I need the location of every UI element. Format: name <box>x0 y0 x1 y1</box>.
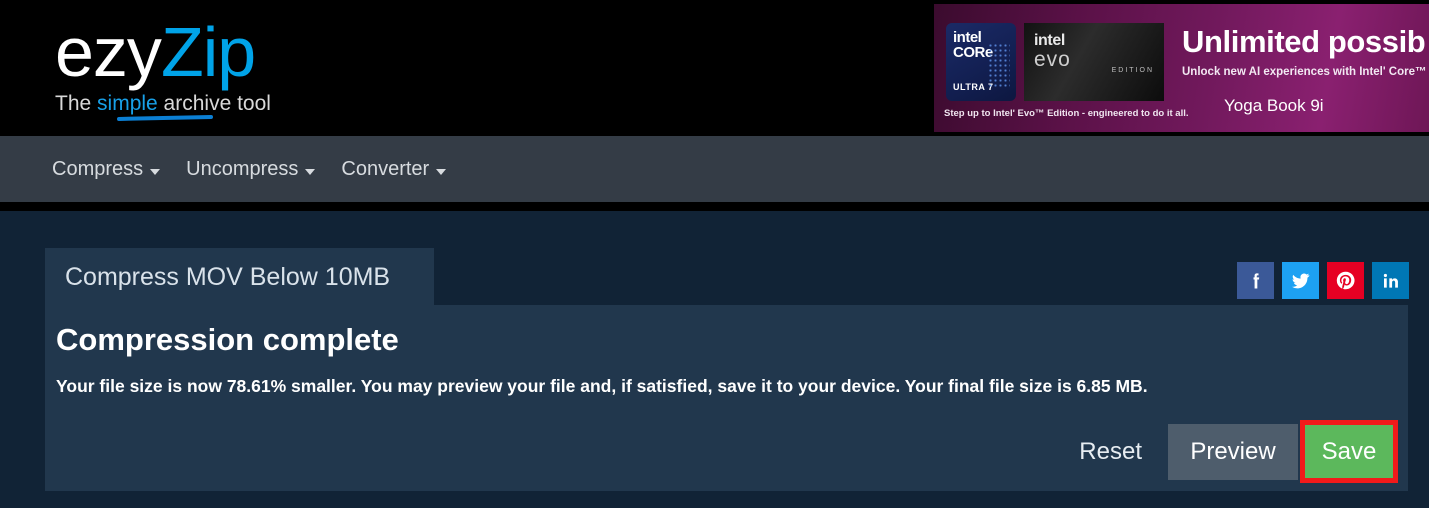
linkedin-share-button[interactable] <box>1372 262 1409 299</box>
twitter-share-button[interactable] <box>1282 262 1319 299</box>
pinterest-icon <box>1336 271 1355 290</box>
ad-subheadline: Unlock new AI experiences with Intelʹ Co… <box>1182 66 1429 78</box>
chevron-down-icon <box>305 169 316 175</box>
save-button-highlight: Save <box>1300 420 1398 483</box>
ad-banner[interactable]: intel CORe ULTRA 7 intel evo EDITION Unl… <box>934 4 1429 132</box>
nav-item-uncompress-label: Uncompress <box>186 157 299 180</box>
result-card: Compression complete Your file size is n… <box>45 305 1408 491</box>
save-button[interactable]: Save <box>1305 425 1393 478</box>
ad-headline: Unlimited possib <box>1182 24 1426 59</box>
nav-item-converter-label: Converter <box>341 157 430 180</box>
status-message: Your file size is now 78.61% smaller. Yo… <box>56 376 1148 396</box>
tagline-suffix: archive tool <box>157 92 271 115</box>
intel-evo-badge-line1: intel <box>1034 32 1065 49</box>
logo-wordmark: ezyZip <box>55 16 455 88</box>
section-tab-label: Compress MOV Below 10MB <box>65 262 391 291</box>
social-share-bar <box>1237 262 1409 299</box>
nav-item-uncompress[interactable]: Uncompress <box>186 157 316 181</box>
page-title: Compression complete <box>56 322 399 357</box>
logo-part-zip: Zip <box>160 13 256 91</box>
action-buttons: Reset Preview Save <box>1061 420 1398 483</box>
ad-product-name: Yoga Book 9i <box>1224 96 1324 115</box>
page-root: ezyZip The simple archive tool intel COR… <box>0 0 1429 508</box>
preview-button[interactable]: Preview <box>1168 423 1298 480</box>
chevron-down-icon <box>150 169 161 175</box>
navbar-items: Compress Uncompress Converter <box>52 136 447 202</box>
section-tab[interactable]: Compress MOV Below 10MB <box>45 248 434 306</box>
pinterest-share-button[interactable] <box>1327 262 1364 299</box>
ad-footnote: Step up to Intelʹ Evo™ Edition - enginee… <box>944 108 1189 119</box>
tagline-highlight: simple <box>97 92 158 115</box>
nav-item-compress-label: Compress <box>52 157 144 180</box>
navbar-divider <box>0 202 1429 211</box>
logo-part-ezy: ezy <box>55 13 162 91</box>
site-logo[interactable]: ezyZip The simple archive tool <box>55 16 455 122</box>
chevron-down-icon <box>436 169 447 175</box>
dot-pattern-icon <box>988 43 1010 87</box>
twitter-icon <box>1291 273 1310 289</box>
nav-item-compress[interactable]: Compress <box>52 157 161 181</box>
site-header: ezyZip The simple archive tool intel COR… <box>0 0 1429 136</box>
facebook-icon <box>1253 272 1259 288</box>
linkedin-icon <box>1383 273 1398 288</box>
site-tagline: The simple archive tool <box>55 92 455 122</box>
tagline-prefix: The <box>55 92 98 115</box>
facebook-share-button[interactable] <box>1237 262 1274 299</box>
intel-core-ultra-badge: intel CORe ULTRA 7 <box>946 23 1016 101</box>
intel-evo-badge: intel evo EDITION <box>1024 23 1164 101</box>
ad-banner-content: intel CORe ULTRA 7 intel evo EDITION Unl… <box>934 12 1429 124</box>
intel-evo-badge-edition: EDITION <box>1111 67 1154 74</box>
tagline-underline-swoosh <box>117 114 213 122</box>
reset-button[interactable]: Reset <box>1061 426 1160 478</box>
main-navbar: Compress Uncompress Converter <box>0 136 1429 202</box>
nav-item-converter[interactable]: Converter <box>341 157 447 181</box>
